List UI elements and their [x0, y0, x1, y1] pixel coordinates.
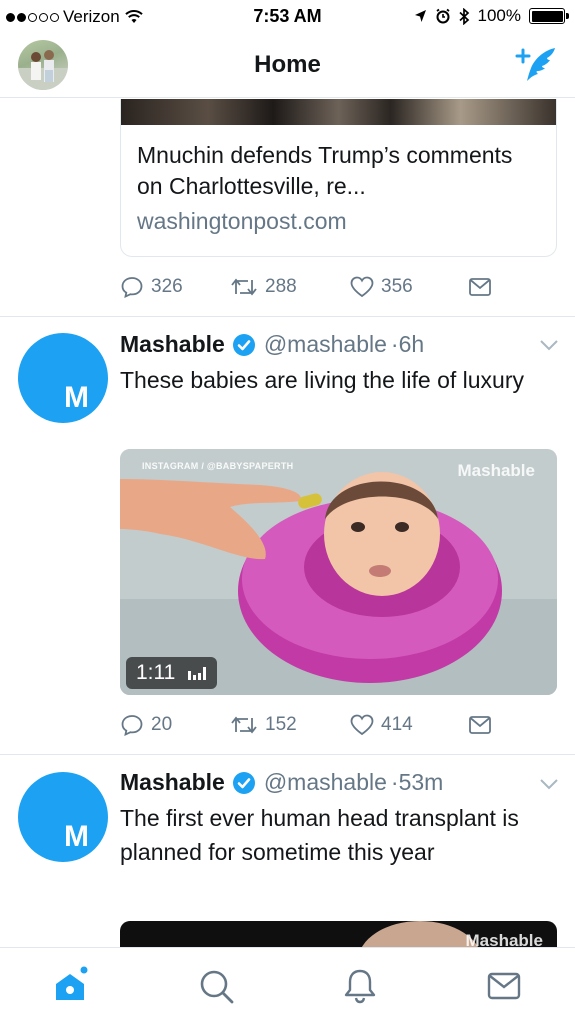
tweet-divider: [0, 316, 575, 317]
like-count: 414: [381, 714, 413, 735]
page-title: Home: [254, 51, 321, 78]
reply-icon: [121, 277, 143, 299]
navigation-bar: Home: [0, 34, 575, 98]
video-thumbnail[interactable]: INSTAGRAM / @BABYSPAPERTH Mashable 1:11: [120, 449, 557, 695]
video-duration: 1:11: [136, 661, 176, 684]
tweet-text: These babies are living the life of luxu…: [120, 367, 524, 393]
like-count: 356: [381, 276, 413, 297]
mail-icon: [469, 716, 491, 734]
video-watermark: Mashable: [457, 461, 535, 480]
tweet-divider: [0, 754, 575, 755]
reply-icon: [121, 715, 143, 737]
tweet-time: ·53m: [390, 769, 444, 795]
tab-bar: [0, 947, 575, 1024]
author-handle[interactable]: @mashable: [264, 769, 387, 796]
like-button[interactable]: 356: [350, 276, 468, 298]
alarm-icon: [435, 8, 450, 24]
author-name[interactable]: Mashable: [120, 331, 225, 358]
direct-message-button[interactable]: [468, 715, 492, 735]
author-handle[interactable]: @mashable: [264, 331, 387, 358]
tweet-actions: 326 288 356: [120, 275, 492, 299]
battery-percent: 100%: [477, 6, 521, 25]
retweet-button[interactable]: 288: [230, 276, 350, 298]
bluetooth-icon: [458, 7, 469, 25]
link-card-domain: washingtonpost.com: [137, 208, 347, 234]
video-credit: INSTAGRAM / @BABYSPAPERTH: [142, 461, 294, 471]
video-duration-badge: 1:11: [126, 657, 218, 689]
retweet-icon: [231, 278, 257, 296]
timeline[interactable]: Mnuchin defends Trump’s comments on Char…: [0, 99, 575, 947]
reply-button[interactable]: 20: [120, 713, 230, 737]
video-thumbnail[interactable]: Mashable: [120, 921, 557, 947]
video-stats-icon: [188, 667, 207, 680]
retweet-button[interactable]: 152: [230, 714, 350, 736]
heart-icon: [350, 714, 374, 736]
tweet-actions: 20 152 414: [120, 713, 492, 737]
mail-icon[interactable]: [484, 966, 524, 1006]
mail-icon: [469, 278, 491, 296]
verified-badge-icon: [232, 333, 255, 356]
verified-badge-icon: [232, 771, 255, 794]
tweet-header: Mashable @mashable ·6h: [120, 331, 424, 358]
status-bar: Verizon 7:53 AM 100%: [0, 0, 575, 34]
home-icon[interactable]: [50, 966, 90, 1006]
link-card-title: Mnuchin defends Trump’s comments on Char…: [137, 142, 513, 199]
reply-count: 20: [151, 714, 173, 735]
status-icons: 100%: [414, 6, 569, 26]
link-card[interactable]: Mnuchin defends Trump’s comments on Char…: [120, 99, 557, 257]
bell-icon[interactable]: [340, 966, 380, 1006]
retweet-icon: [231, 716, 257, 734]
direct-message-button[interactable]: [468, 277, 492, 297]
like-button[interactable]: 414: [350, 714, 468, 736]
location-arrow-icon: [414, 10, 426, 22]
tweet-time: ·6h: [390, 331, 425, 357]
chevron-down-icon[interactable]: [539, 339, 559, 351]
retweet-count: 288: [265, 276, 297, 297]
reply-button[interactable]: 326: [120, 275, 230, 299]
video-watermark: Mashable: [465, 931, 543, 947]
chevron-down-icon[interactable]: [539, 778, 559, 790]
battery-icon: [529, 8, 569, 24]
tweet-text: The first ever human head transplant is …: [120, 805, 519, 865]
author-name[interactable]: Mashable: [120, 769, 225, 796]
tweet-header: Mashable @mashable ·53m: [120, 769, 443, 796]
compose-tweet-icon[interactable]: [515, 44, 559, 84]
heart-icon: [350, 276, 374, 298]
retweet-count: 152: [265, 714, 297, 735]
reply-count: 326: [151, 276, 183, 297]
author-avatar[interactable]: M: [18, 772, 108, 862]
search-icon[interactable]: [196, 966, 236, 1006]
author-avatar[interactable]: M: [18, 333, 108, 423]
link-card-image: [121, 99, 556, 125]
